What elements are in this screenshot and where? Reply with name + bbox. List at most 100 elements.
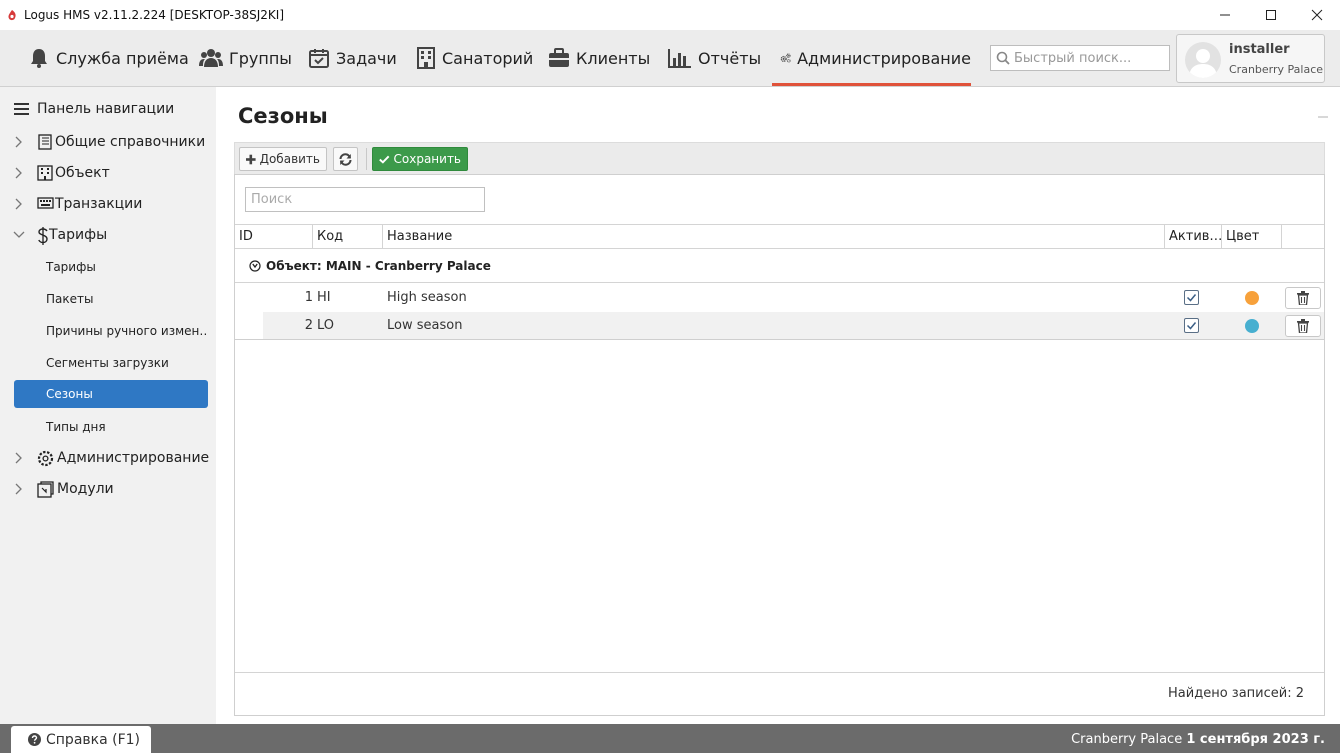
user-name: installer <box>1229 42 1290 57</box>
save-button[interactable]: Сохранить <box>372 147 468 171</box>
bell-icon <box>31 49 47 68</box>
nav-sanatorium-label: Санаторий <box>442 48 534 68</box>
nav-sanatorium[interactable]: Санаторий <box>416 30 533 86</box>
help-button-label: Справка (F1) <box>46 731 141 748</box>
nav-clients-label: Клиенты <box>576 48 651 68</box>
nav-administration[interactable]: Администрирование <box>772 30 971 86</box>
sidebar-item-label: Транзакции <box>55 196 143 212</box>
status-hotel: Cranberry Palace <box>1071 732 1183 747</box>
group-label: Объект: MAIN - Cranberry Palace <box>266 259 491 273</box>
status-info: Cranberry Palace 1 сентября 2023 г. <box>1071 732 1325 747</box>
sidebar-item-administration[interactable]: Администрирование <box>0 444 216 472</box>
season-color-swatch <box>1245 319 1259 333</box>
column-header-code[interactable]: Код <box>313 225 383 249</box>
sidebar-item-label: Общие справочники <box>55 134 206 150</box>
page-title: Сезоны <box>238 104 328 128</box>
close-window-button[interactable] <box>1294 0 1340 30</box>
avatar <box>1185 42 1221 78</box>
sidebar-item-label: Администрирование <box>57 450 210 466</box>
sidebar-subitem-day-types[interactable]: Типы дня <box>14 413 208 441</box>
checkmark-icon <box>379 155 390 164</box>
nav-groups-label: Группы <box>229 48 292 68</box>
nav-clients[interactable]: Клиенты <box>548 30 650 86</box>
delete-row-button[interactable] <box>1285 315 1321 337</box>
status-bar: Справка (F1) Cranberry Palace 1 сентября… <box>0 724 1340 753</box>
panel-collapse-handle[interactable] <box>1318 116 1328 118</box>
checkmark-icon <box>1186 322 1197 330</box>
chevron-right-icon <box>15 452 22 464</box>
sidebar-item-object[interactable]: Объект <box>0 159 216 187</box>
active-checkbox[interactable] <box>1184 318 1199 333</box>
active-checkbox[interactable] <box>1184 290 1199 305</box>
nav-reception[interactable]: Служба приёма <box>28 30 189 86</box>
add-button-label: Добавить <box>259 152 320 166</box>
main-navigation: Служба приёма Группы Задачи Санаторий Кл… <box>0 30 1340 87</box>
quick-search[interactable] <box>990 45 1170 71</box>
chevron-right-icon <box>15 136 22 148</box>
nav-reports[interactable]: Отчёты <box>668 30 761 86</box>
plus-icon <box>246 154 256 164</box>
close-icon <box>1311 9 1323 21</box>
search-icon <box>996 51 1010 65</box>
toolbar-separator <box>366 148 367 170</box>
sidebar-item-modules[interactable]: Модули <box>0 475 216 503</box>
nav-reports-label: Отчёты <box>698 48 762 68</box>
nav-groups[interactable]: Группы <box>199 30 292 86</box>
keyboard-icon <box>37 197 54 209</box>
sidebar-subitem-tariffs[interactable]: Тарифы <box>14 253 208 281</box>
hamburger-icon <box>14 103 29 115</box>
delete-row-button[interactable] <box>1285 287 1321 309</box>
seasons-grid: ID Код Название Актив… Цвет Объект: MAIN… <box>234 174 1325 716</box>
sidebar-item-label: Объект <box>55 165 110 181</box>
sidebar-header[interactable]: Панель навигации <box>14 101 174 117</box>
calendar-check-icon <box>309 49 329 68</box>
book-icon <box>38 134 52 150</box>
sidebar-subitem-load-segments[interactable]: Сегменты загрузки <box>14 349 208 377</box>
sidebar-subitem-packages[interactable]: Пакеты <box>14 285 208 313</box>
quick-search-input[interactable] <box>1014 50 1164 66</box>
maximize-button[interactable] <box>1248 0 1294 30</box>
gears-icon <box>780 53 791 63</box>
sidebar-item-transactions[interactable]: Транзакции <box>0 190 216 218</box>
sidebar-item-general-references[interactable]: Общие справочники <box>0 128 216 156</box>
row-name: Low season <box>387 318 463 333</box>
maximize-icon <box>1266 10 1276 20</box>
add-button[interactable]: Добавить <box>239 147 327 171</box>
sidebar-subitem-manual-change-reasons[interactable]: Причины ручного измен… <box>14 317 208 345</box>
grid-search[interactable] <box>245 187 485 212</box>
nav-tasks[interactable]: Задачи <box>308 30 397 86</box>
rows-divider <box>235 339 1324 340</box>
sidebar-subitem-seasons[interactable]: Сезоны <box>14 380 208 408</box>
user-menu[interactable]: installer Cranberry Palace <box>1176 34 1325 83</box>
checkmark-icon <box>1186 294 1197 302</box>
row-name: High season <box>387 290 467 305</box>
table-row[interactable]: 2 LO Low season <box>263 312 1324 340</box>
sidebar: Панель навигации Общие справочники Объек… <box>0 87 216 724</box>
refresh-button[interactable] <box>333 147 358 171</box>
row-code: LO <box>317 318 335 333</box>
grid-footer: Найдено записей: 2 <box>235 672 1324 716</box>
chevron-down-icon <box>13 231 25 238</box>
column-header-color[interactable]: Цвет <box>1222 225 1282 249</box>
minimize-button[interactable] <box>1202 0 1248 30</box>
help-button[interactable]: Справка (F1) <box>11 726 151 753</box>
briefcase-icon <box>549 48 569 67</box>
save-button-label: Сохранить <box>393 152 462 166</box>
column-header-active[interactable]: Актив… <box>1165 225 1222 249</box>
sidebar-item-tariffs[interactable]: Тарифы <box>0 221 216 249</box>
row-code: HI <box>317 290 331 305</box>
grid-search-input[interactable] <box>246 188 484 211</box>
chevron-right-icon <box>15 198 22 210</box>
column-header-id[interactable]: ID <box>235 225 313 249</box>
collapse-circle-icon <box>249 260 261 272</box>
title-bar: Logus HMS v2.11.2.224 [DESKTOP-38SJ2KI] <box>0 0 1340 30</box>
sidebar-header-label: Панель навигации <box>37 101 175 117</box>
column-header-name[interactable]: Название <box>383 225 1165 249</box>
chevron-right-icon <box>15 483 22 495</box>
table-row[interactable]: 1 HI High season <box>263 284 1324 312</box>
app-logo-icon <box>8 10 16 21</box>
group-row[interactable]: Объект: MAIN - Cranberry Palace <box>235 250 1324 283</box>
chevron-right-icon <box>15 167 22 179</box>
building-icon <box>417 47 435 69</box>
gear-icon <box>37 450 54 467</box>
